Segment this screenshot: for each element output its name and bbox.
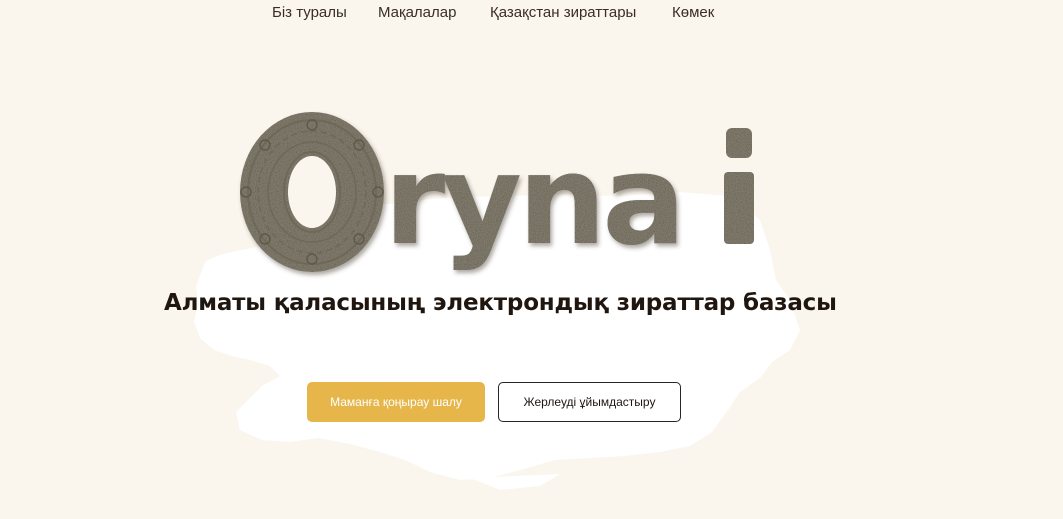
nav-link-help[interactable]: Көмек [672,4,714,21]
hero-subtitle: Алматы қаласының электрондық зираттар ба… [164,290,837,316]
svg-text:ryna: ryna [384,129,682,273]
ornament-medallion-icon [240,112,384,272]
page: Біз туралы Мақалалар Қазақстан зираттары… [0,0,1063,519]
call-specialist-button[interactable]: Маманға қоңырау шалу [307,382,485,422]
nav-link-cemeteries[interactable]: Қазақстан зираттары [490,4,636,21]
nav-link-about[interactable]: Біз туралы [272,4,347,21]
top-nav: Біз туралы Мақалалар Қазақстан зираттары… [0,0,1063,26]
nav-link-articles[interactable]: Мақалалар [378,4,456,21]
organize-funeral-button[interactable]: Жерлеуді ұйымдастыру [498,382,681,422]
orynai-logo: ryna ryna [240,112,754,273]
